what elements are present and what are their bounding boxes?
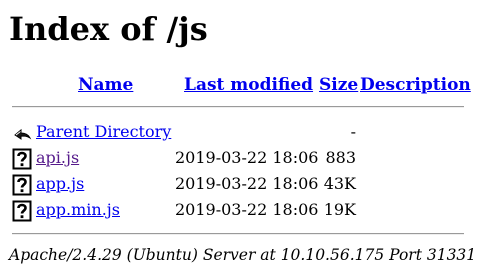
server-signature: Apache/2.4.29 (Ubuntu) Server at 10.10.5… [9,246,477,264]
footer-divider [12,233,464,235]
file-size: 883 [325,148,356,167]
header-divider [12,106,464,108]
file-link[interactable]: api.js [36,148,79,167]
file-link[interactable]: app.js [36,174,84,193]
file-size: 19K [323,200,356,219]
column-header-size[interactable]: Size [319,74,358,96]
table-row: app.min.js 2019-03-22 18:06 19K [0,198,496,224]
column-header-last-modified[interactable]: Last modified [184,74,313,96]
file-link-cell[interactable]: app.js [36,174,84,194]
back-arrow-icon [12,122,32,144]
unknown-file-icon [12,174,32,196]
table-row-parent-directory: Parent Directory - [0,120,496,146]
table-row: app.js 2019-03-22 18:06 43K [0,172,496,198]
file-last-modified: 2019-03-22 18:06 [175,148,319,167]
parent-directory-link[interactable]: Parent Directory [36,122,171,141]
parent-directory-size: - [350,122,356,141]
unknown-file-icon [12,148,32,170]
sort-by-size-link[interactable]: Size [319,75,358,95]
file-size: 43K [323,174,356,193]
file-link-cell[interactable]: app.min.js [36,200,120,220]
sort-by-name-link[interactable]: Name [78,75,133,95]
file-last-modified: 2019-03-22 18:06 [175,174,319,193]
page-title: Index of /js [9,10,208,48]
parent-directory-link-cell[interactable]: Parent Directory [36,122,171,142]
column-header-name[interactable]: Name [78,74,133,96]
file-link[interactable]: app.min.js [36,200,120,219]
sort-by-description-link[interactable]: Description [360,75,471,95]
column-header-description[interactable]: Description [360,74,471,96]
file-last-modified: 2019-03-22 18:06 [175,200,319,219]
sort-by-last-modified-link[interactable]: Last modified [184,75,313,95]
file-link-cell[interactable]: api.js [36,148,79,168]
unknown-file-icon [12,200,32,222]
table-row: api.js 2019-03-22 18:06 883 [0,146,496,172]
